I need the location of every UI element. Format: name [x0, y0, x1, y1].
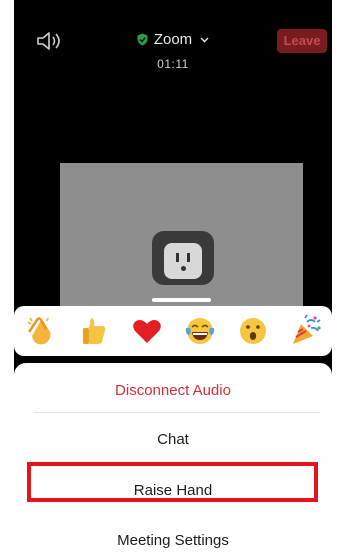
chat-item[interactable]: Chat [14, 431, 332, 448]
meeting-timer: 01:11 [157, 57, 189, 71]
leave-button[interactable]: Leave [277, 29, 327, 53]
sheet-drag-handle[interactable] [152, 298, 211, 302]
disconnect-audio-item[interactable]: Disconnect Audio [14, 382, 332, 399]
meeting-actions-menu: Disconnect Audio Chat Raise Hand Meeting… [14, 363, 332, 560]
clapping-hands-emoji[interactable] [24, 314, 58, 348]
party-popper-emoji[interactable] [289, 314, 323, 348]
raise-hand-highlight [27, 462, 318, 502]
menu-divider [34, 412, 320, 413]
thumbs-up-emoji[interactable] [77, 314, 111, 348]
chevron-down-icon [200, 37, 209, 43]
shield-check-icon [137, 33, 148, 46]
surprised-face-emoji[interactable] [236, 314, 270, 348]
meeting-settings-item[interactable]: Meeting Settings [14, 532, 332, 549]
meeting-title-text: Zoom [153, 31, 193, 48]
smart-plug-image [152, 231, 214, 285]
red-heart-emoji[interactable] [130, 314, 164, 348]
tears-of-joy-emoji[interactable] [183, 314, 217, 348]
meeting-screen: Zoom 01:11 Leave Disconnect Audio Chat R… [14, 0, 332, 560]
reactions-bar [14, 306, 332, 356]
